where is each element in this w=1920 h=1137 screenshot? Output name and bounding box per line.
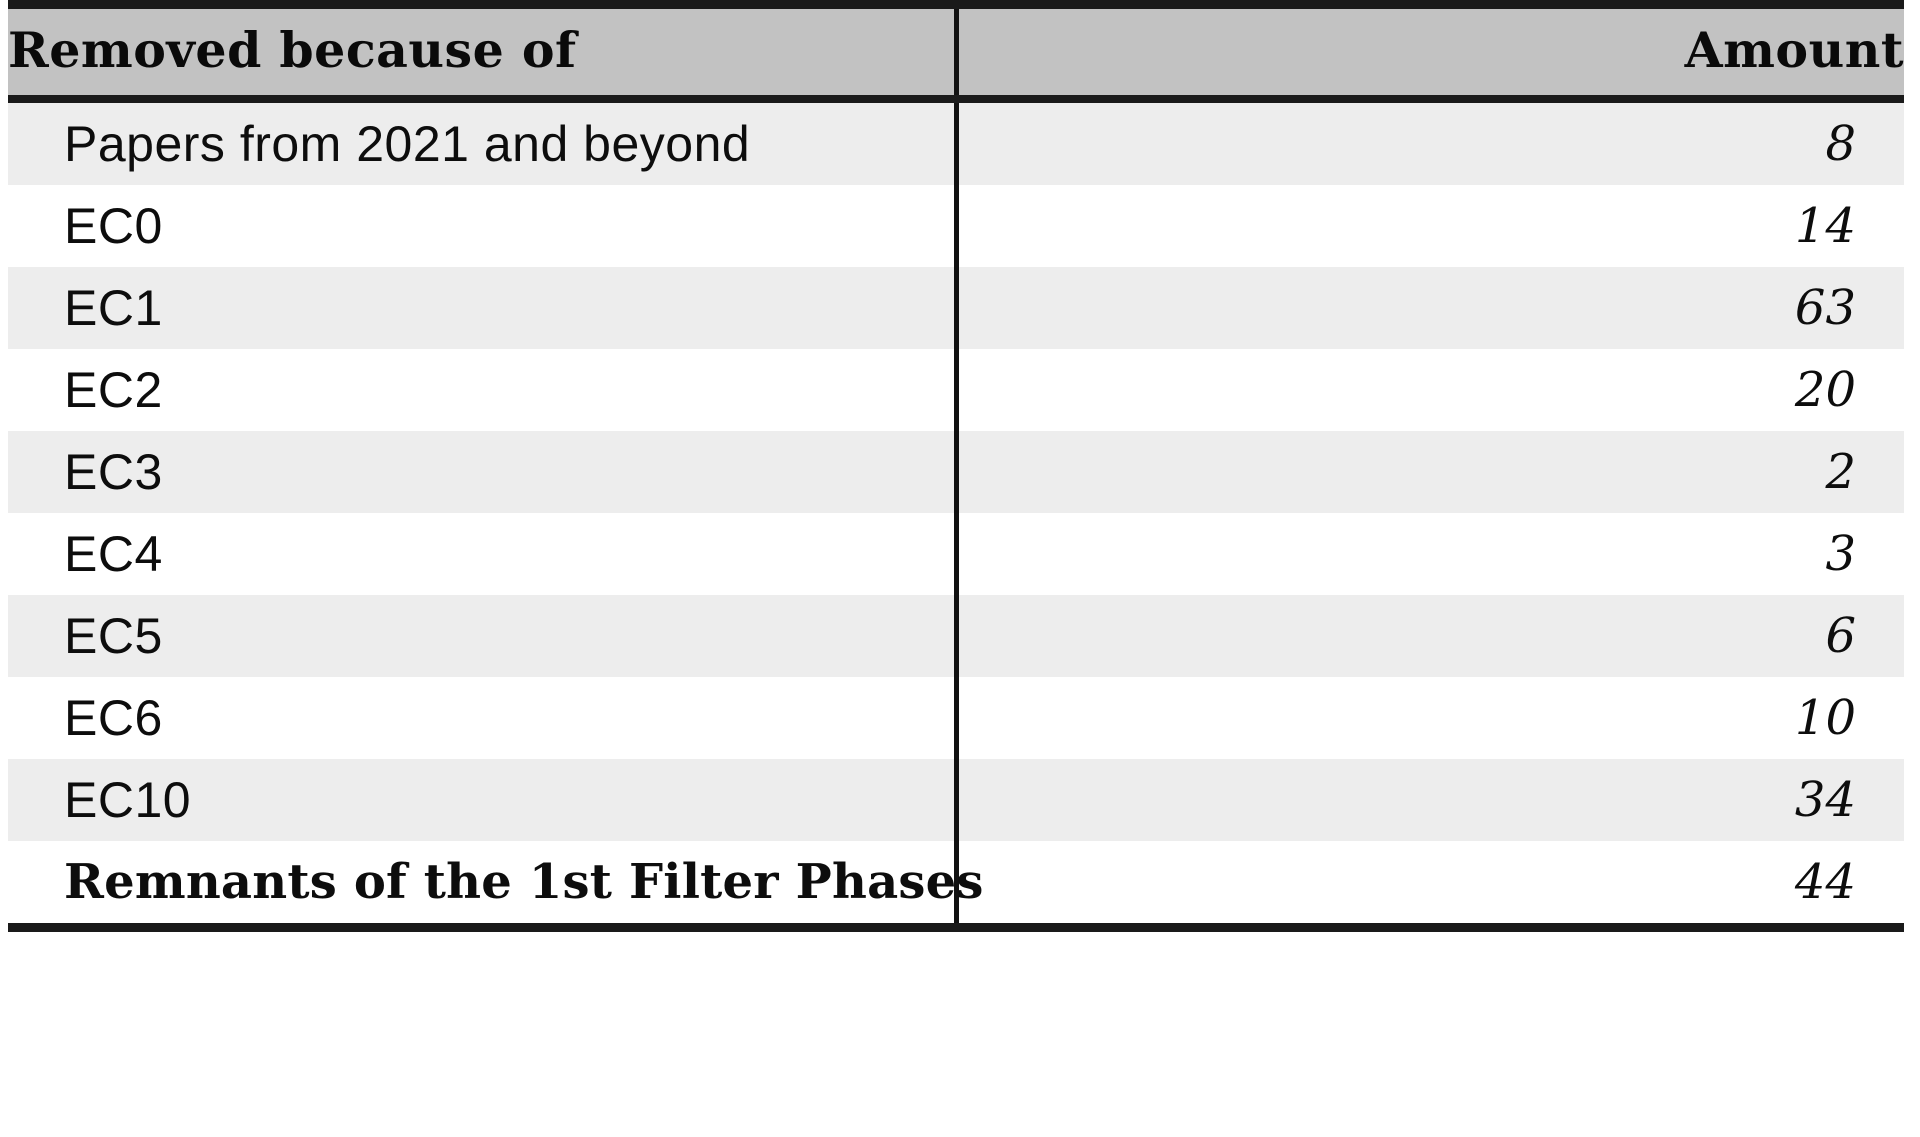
removed-papers-table: Removed because of Amount Papers from 20… — [8, 0, 1904, 932]
cell-reason: EC1 — [8, 267, 956, 349]
cell-amount: 20 — [953, 349, 1904, 431]
cell-reason: EC5 — [8, 595, 956, 677]
table-row: EC1 63 — [8, 267, 1904, 349]
table-row: EC4 3 — [8, 513, 1904, 595]
bottom-rule-right — [956, 923, 1904, 932]
table-bottom-rule — [8, 923, 1904, 932]
top-rule-right — [956, 0, 1904, 9]
header-rule-left — [8, 95, 956, 103]
cell-amount: 10 — [953, 677, 1904, 759]
cell-reason: Papers from 2021 and beyond — [8, 103, 956, 185]
cell-amount: 63 — [953, 267, 1904, 349]
table-row: EC2 20 — [8, 349, 1904, 431]
cell-amount: 8 — [953, 103, 1904, 185]
table-body: Papers from 2021 and beyond 8 EC0 14 EC1… — [8, 103, 1904, 923]
top-rule-left — [8, 0, 956, 9]
cell-amount: 3 — [953, 513, 1904, 595]
table-row: EC5 6 — [8, 595, 1904, 677]
column-header-amount: Amount — [953, 9, 1904, 95]
cell-amount: 2 — [953, 431, 1904, 513]
cell-amount: 14 — [953, 185, 1904, 267]
column-header-row: Removed because of Amount — [8, 9, 1904, 95]
cell-reason: EC2 — [8, 349, 956, 431]
table-row: EC10 34 — [8, 759, 1904, 841]
cell-reason: EC3 — [8, 431, 956, 513]
cell-reason: EC4 — [8, 513, 956, 595]
table-container: Removed because of Amount Papers from 20… — [0, 0, 1920, 1137]
table-row-total: Remnants of the 1st Filter Phases 44 — [8, 841, 1904, 923]
table-row: EC3 2 — [8, 431, 1904, 513]
table-row: EC0 14 — [8, 185, 1904, 267]
cell-reason: EC6 — [8, 677, 956, 759]
cell-reason: Remnants of the 1st Filter Phases — [8, 841, 983, 923]
table-header-rule — [8, 95, 1904, 103]
header-rule-right — [956, 95, 1904, 103]
table-row: EC6 10 — [8, 677, 1904, 759]
cell-reason: EC10 — [8, 759, 956, 841]
cell-amount: 44 — [953, 841, 1904, 923]
table-row: Papers from 2021 and beyond 8 — [8, 103, 1904, 185]
bottom-rule-left — [8, 923, 956, 932]
table-header: Removed because of Amount — [8, 0, 1904, 103]
table-footer — [8, 923, 1904, 932]
cell-reason: EC0 — [8, 185, 956, 267]
table-top-rule — [8, 0, 1904, 9]
cell-amount: 34 — [953, 759, 1904, 841]
column-header-reason: Removed because of — [8, 9, 956, 95]
cell-amount: 6 — [953, 595, 1904, 677]
